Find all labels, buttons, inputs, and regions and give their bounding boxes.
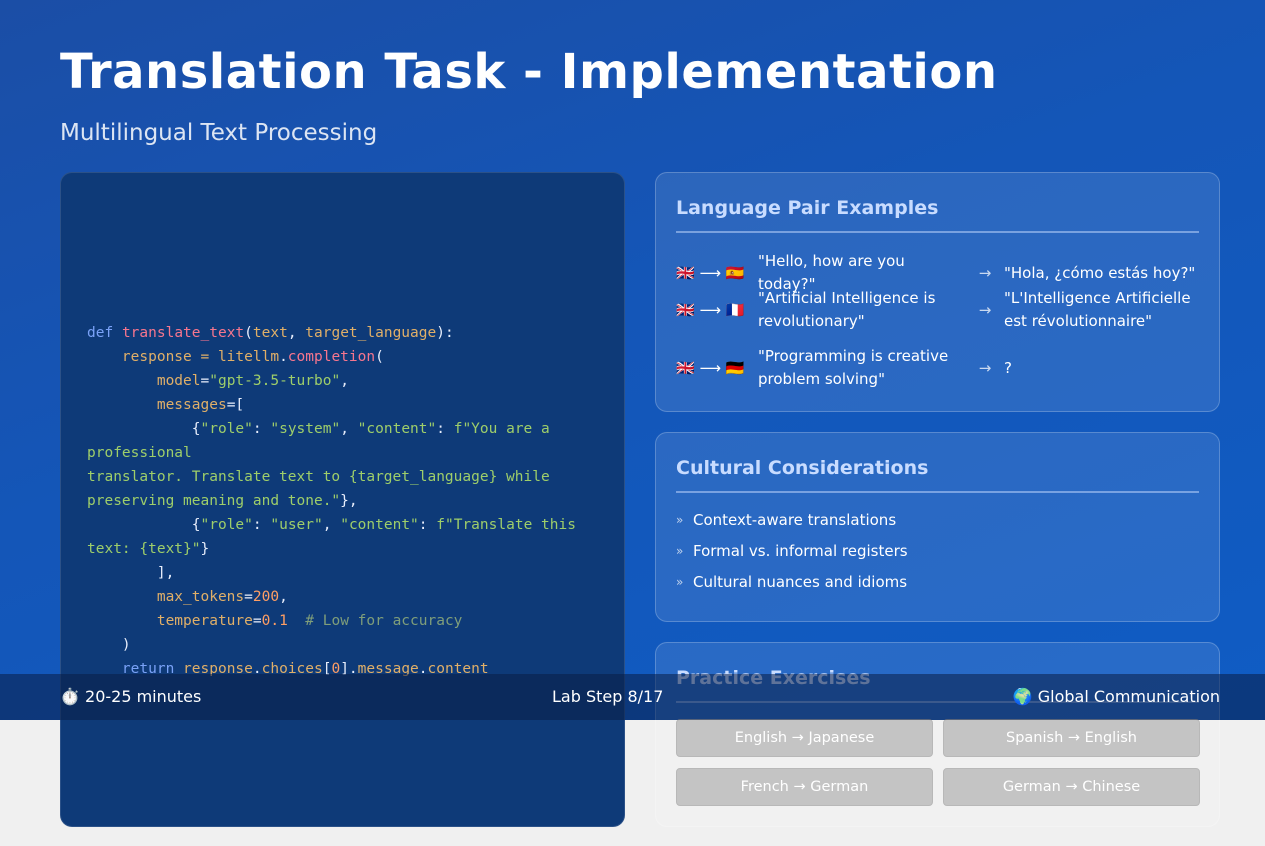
considerations-list: » Context-aware translations » Formal vs. … [676, 511, 908, 604]
code-token: 200 [252, 589, 280, 605]
code-token: =[ [226, 397, 245, 413]
code-token: target_language [305, 325, 437, 341]
page-title: Translation Task - Implementation [60, 44, 998, 100]
code-token: . [279, 349, 288, 365]
code-token: ): [436, 325, 454, 341]
code-token: : [252, 517, 271, 533]
code-token: 0.1 [261, 613, 288, 629]
code-token: text: {text}" [87, 541, 201, 557]
code-token: { [87, 517, 201, 533]
code-token: f"Translate this [436, 517, 576, 533]
arrow-icon: → [978, 359, 992, 377]
list-item-text: Formal vs. informal registers [693, 542, 908, 560]
flag-pair-icon: 🇬🇧 ⟶ 🇫🇷 [676, 301, 745, 319]
chevron-right-icon: » [676, 513, 684, 527]
page-subtitle: Multilingual Text Processing [60, 120, 378, 146]
code-token: = [200, 373, 210, 389]
code-token: temperature [156, 613, 253, 629]
code-token: completion [287, 349, 376, 365]
practice-exercises-card: Practice Exercises English → Japanese Sp… [655, 642, 1220, 827]
source-phrase: "Programming is creative problem solving… [758, 347, 949, 388]
code-token: "user" [270, 517, 323, 533]
code-block: def translate_text(text, target_language… [87, 321, 576, 681]
divider [676, 491, 1199, 493]
code-token: messages [156, 397, 227, 413]
code-token: ) [87, 637, 131, 653]
code-token: # Low for accuracy [305, 613, 463, 629]
code-token: , [340, 421, 358, 437]
code-token: def [87, 325, 114, 341]
code-token: , [279, 589, 288, 605]
target-phrase: ? [1004, 358, 1012, 377]
code-token: ( [375, 349, 384, 365]
list-item-text: Cultural nuances and idioms [693, 573, 908, 591]
language-pairs-card: Language Pair Examples 🇬🇧 ⟶ 🇪🇸 "Hello, h… [655, 172, 1220, 412]
code-token: model [156, 373, 201, 389]
code-token: "role" [200, 421, 253, 437]
target-phrase: "L'Intelligence Artificielle est révolut… [1004, 289, 1191, 330]
divider [676, 231, 1199, 233]
flag-pair-icon: 🇬🇧 ⟶ 🇩🇪 [676, 359, 745, 377]
code-token: "content" [357, 421, 437, 437]
lab-step-label: Lab Step 8/17 [552, 687, 664, 706]
code-token: { [87, 421, 201, 437]
code-token: professional [87, 445, 192, 461]
code-token: text [252, 325, 288, 341]
code-token: : [418, 517, 437, 533]
code-token: = [244, 589, 253, 605]
code-token: "content" [340, 517, 419, 533]
exercise-english-japanese-button[interactable]: English → Japanese [676, 719, 933, 757]
code-token: = [252, 613, 262, 629]
language-pairs-heading: Language Pair Examples [676, 197, 939, 219]
code-token: ], [87, 565, 175, 581]
theme-label: 🌍 Global Communication [1012, 687, 1220, 706]
footer-bar: ⏱️ 20-25 minutes Lab Step 8/17 🌍 Global … [0, 674, 1265, 720]
code-token: } [200, 541, 210, 557]
source-phrase: "Artificial Intelligence is revolutionar… [758, 289, 936, 330]
code-token: , [287, 325, 306, 341]
code-token: f"You are a [453, 421, 550, 437]
chevron-right-icon: » [676, 544, 684, 558]
duration-label: ⏱️ 20-25 minutes [60, 687, 202, 706]
arrow-icon: → [978, 264, 992, 282]
cultural-considerations-heading: Cultural Considerations [676, 457, 929, 479]
exercise-french-german-button[interactable]: French → German [676, 768, 933, 806]
list-item-text: Context-aware translations [693, 511, 897, 529]
list-item: » Formal vs. informal registers [676, 542, 908, 573]
code-token: , [322, 517, 341, 533]
code-token: "system" [270, 421, 341, 437]
exercise-german-chinese-button[interactable]: German → Chinese [943, 768, 1200, 806]
code-token: translator. Translate text to {target_la… [87, 469, 550, 485]
code-token: : [436, 421, 454, 437]
code-token: litellm [217, 349, 280, 365]
language-pair-row: 🇬🇧 ⟶ 🇩🇪 "Programming is creative problem… [676, 345, 1199, 391]
list-item: » Context-aware translations [676, 511, 908, 542]
exercise-spanish-english-button[interactable]: Spanish → English [943, 719, 1200, 757]
code-token: translate_text [121, 325, 245, 341]
arrow-icon: → [978, 301, 992, 319]
code-token: "role" [200, 517, 253, 533]
target-phrase: "Hola, ¿cómo estás hoy?" [1004, 263, 1196, 282]
code-token: response = [87, 349, 218, 365]
code-token: ( [244, 325, 253, 341]
flag-pair-icon: 🇬🇧 ⟶ 🇪🇸 [676, 264, 745, 282]
code-token: "gpt-3.5-turbo" [209, 373, 341, 389]
code-token: , [340, 373, 349, 389]
chevron-right-icon: » [676, 575, 684, 589]
code-panel: def translate_text(text, target_language… [60, 172, 625, 827]
list-item: » Cultural nuances and idioms [676, 573, 908, 604]
cultural-considerations-card: Cultural Considerations » Context-aware t… [655, 432, 1220, 622]
code-token: max_tokens [156, 589, 245, 605]
code-token: }, [340, 493, 358, 509]
language-pair-row: 🇬🇧 ⟶ 🇫🇷 "Artificial Intelligence is revo… [676, 287, 1199, 333]
code-token: : [252, 421, 271, 437]
code-token: preserving meaning and tone." [87, 493, 341, 509]
